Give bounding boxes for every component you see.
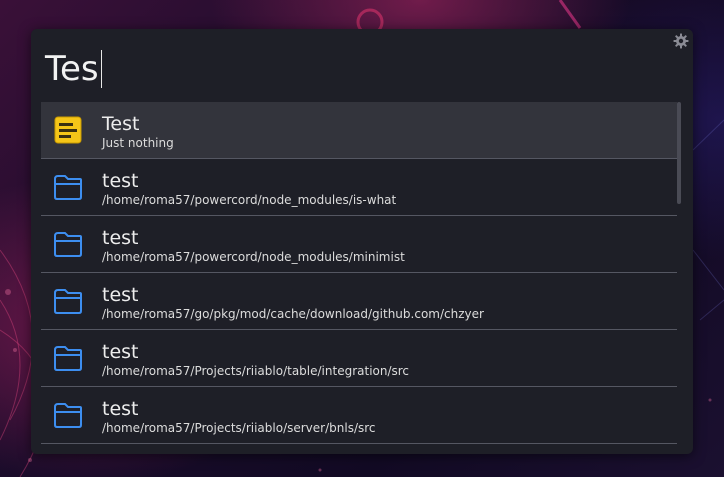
search-query-text: Tes [45,49,99,89]
search-input[interactable]: Tes [45,43,645,95]
result-subtitle: Just nothing [102,136,174,150]
results-scrollbar[interactable] [677,102,681,444]
result-subtitle: /home/roma57/Projects/riiablo/table/inte… [102,364,410,378]
result-subtitle: /home/roma57/Projects/riiablo/server/bnl… [102,421,376,435]
result-subtitle: /home/roma57/go/pkg/mod/cache/download/g… [102,307,484,321]
folder-icon [54,346,82,371]
result-title: test [102,284,139,306]
result-item[interactable]: test /home/roma57/powercord/node_modules… [41,216,677,273]
result-item[interactable]: test /home/roma57/go/pkg/mod/cache/downl… [41,273,677,330]
launcher-window: Tes Test Just nothing test /home/roma57/… [31,29,693,454]
folder-icon [54,289,82,314]
result-subtitle: /home/roma57/powercord/node_modules/mini… [102,250,405,264]
note-icon [54,116,82,144]
result-item[interactable]: test /home/roma57/Projects/riiablo/table… [41,330,677,387]
result-title: test [102,341,139,363]
result-title: test [102,227,139,249]
gear-icon[interactable] [673,33,689,49]
result-subtitle: /home/roma57/powercord/node_modules/is-w… [102,193,397,207]
scrollbar-thumb[interactable] [677,102,681,204]
text-caret [100,50,102,88]
folder-icon [54,403,82,428]
desktop-background: Tes Test Just nothing test /home/roma57/… [0,0,724,477]
result-title: test [102,398,139,420]
result-item[interactable]: test /home/roma57/powercord/node_modules… [41,159,677,216]
result-title: Test [102,113,140,135]
results-list: Test Just nothing test /home/roma57/powe… [41,102,677,444]
result-title: test [102,170,139,192]
result-item[interactable]: Test Just nothing [41,102,677,159]
folder-icon [54,232,82,257]
folder-icon [54,175,82,200]
result-item[interactable]: test /home/roma57/Projects/riiablo/serve… [41,387,677,444]
